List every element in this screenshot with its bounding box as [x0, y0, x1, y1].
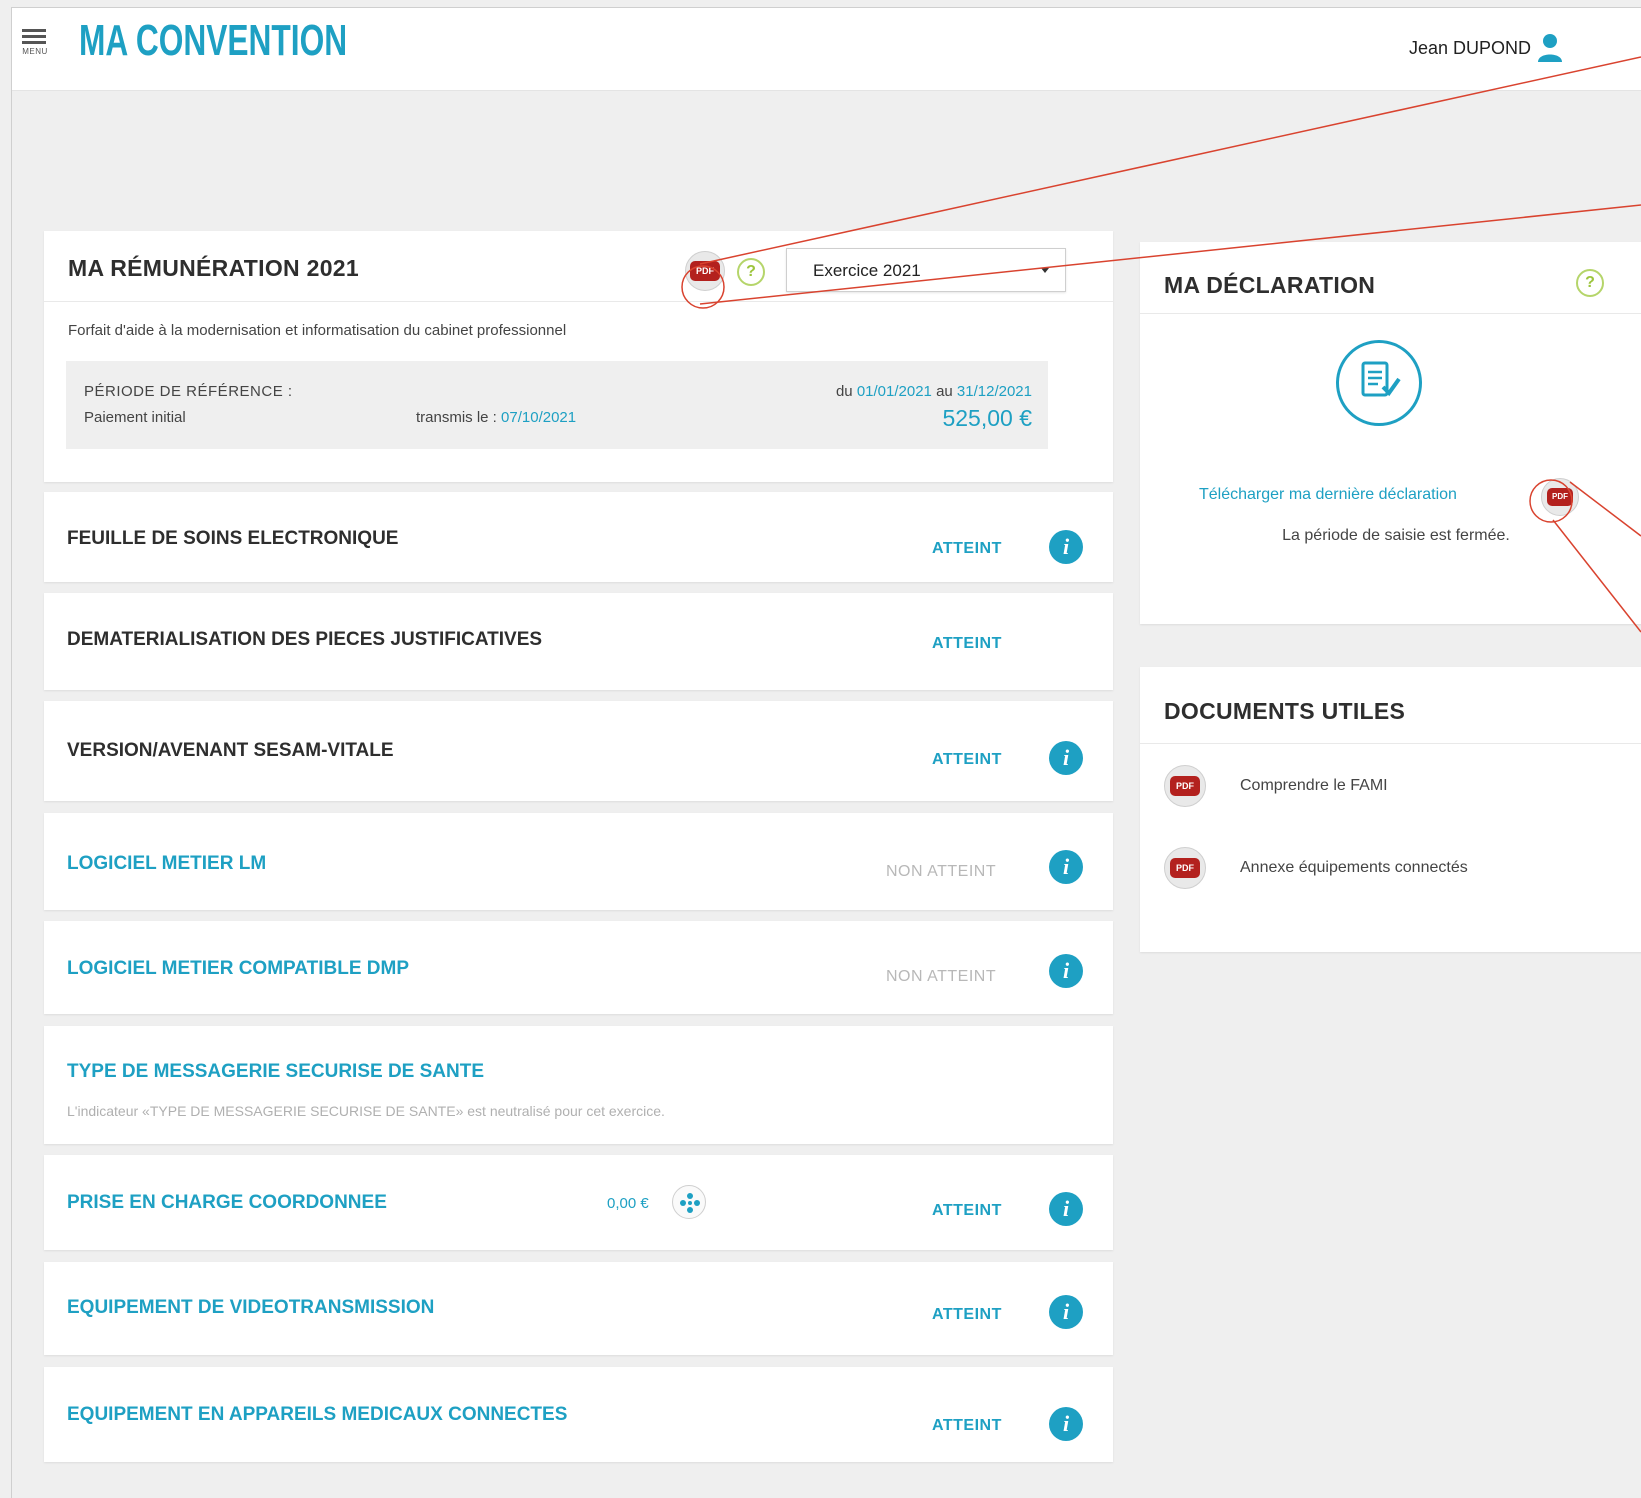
reference-period-box: PÉRIODE DE RÉFÉRENCE : du 01/01/2021 au …: [66, 361, 1048, 449]
indicator-note: L'indicateur «TYPE DE MESSAGERIE SECURIS…: [67, 1103, 665, 1119]
help-icon[interactable]: ?: [1576, 269, 1604, 297]
declaration-status: La période de saisie est fermée.: [1282, 527, 1510, 544]
indicator-card: DEMATERIALISATION DES PIECES JUSTIFICATI…: [44, 593, 1113, 690]
document-label[interactable]: Comprendre le FAMI: [1240, 777, 1388, 795]
indicator-status: NON ATTEINT: [886, 968, 997, 985]
indicator-label[interactable]: LOGICIEL METIER LM: [67, 853, 266, 875]
indicator-label: DEMATERIALISATION DES PIECES JUSTIFICATI…: [67, 629, 543, 650]
indicator-label[interactable]: LOGICIEL METIER COMPATIBLE DMP: [67, 958, 409, 980]
declaration-title: MA DÉCLARATION: [1164, 272, 1376, 298]
document-label[interactable]: Annexe équipements connectés: [1240, 859, 1468, 877]
app-frame: MENU MA CONVENTION Jean DUPOND MA RÉMUNÉ…: [11, 7, 1641, 1498]
info-icon[interactable]: i: [1049, 954, 1083, 988]
pdf-icon: PDF: [1547, 488, 1573, 506]
period-to: 31/12/2021: [956, 383, 1032, 400]
remuneration-description: Forfait d'aide à la modernisation et inf…: [68, 322, 567, 339]
remuneration-pdf-button[interactable]: PDF: [685, 251, 725, 291]
document-check-icon: [1361, 361, 1401, 397]
info-icon[interactable]: i: [1049, 1407, 1083, 1441]
transmitted-info: transmis le : 07/10/2021: [416, 409, 576, 426]
top-header: MENU MA CONVENTION Jean DUPOND: [12, 8, 1641, 91]
indicator-card: LOGICIEL METIER LM NON ATTEINT i: [44, 813, 1113, 910]
declaration-card: MA DÉCLARATION ? Télécharger ma dernière…: [1140, 242, 1641, 624]
indicator-status: ATTEINT: [932, 635, 1002, 652]
indicator-label: VERSION/AVENANT SESAM-VITALE: [67, 740, 394, 761]
hamburger-icon-bar: [22, 35, 46, 38]
info-icon[interactable]: i: [1049, 741, 1083, 775]
indicator-card: VERSION/AVENANT SESAM-VITALE ATTEINT i: [44, 701, 1113, 801]
exercise-select[interactable]: Exercice 2021: [786, 248, 1066, 292]
indicator-label[interactable]: EQUIPEMENT DE VIDEOTRANSMISSION: [67, 1297, 434, 1319]
indicator-status: NON ATTEINT: [886, 863, 997, 880]
declaration-document-icon: [1336, 340, 1422, 426]
menu-button[interactable]: MENU: [18, 26, 52, 70]
download-declaration-link[interactable]: Télécharger ma dernière déclaration: [1199, 486, 1457, 504]
indicator-card: EQUIPEMENT DE VIDEOTRANSMISSION ATTEINT …: [44, 1262, 1113, 1355]
indicator-card: LOGICIEL METIER COMPATIBLE DMP NON ATTEI…: [44, 921, 1113, 1014]
indicator-label[interactable]: PRISE EN CHARGE COORDONNEE: [67, 1192, 387, 1214]
documents-header: DOCUMENTS UTILES: [1140, 667, 1641, 744]
info-icon[interactable]: i: [1049, 850, 1083, 884]
menu-label: MENU: [22, 47, 48, 56]
indicator-status: ATTEINT: [932, 1417, 1002, 1434]
user-icon[interactable]: [1537, 32, 1563, 62]
declaration-header: MA DÉCLARATION ?: [1140, 242, 1641, 314]
pdf-icon: PDF: [1170, 858, 1200, 878]
period-from: 01/01/2021: [856, 383, 932, 400]
coordination-icon[interactable]: [672, 1185, 706, 1219]
declaration-pdf-button[interactable]: PDF: [1541, 478, 1579, 516]
indicator-status: ATTEINT: [932, 1202, 1002, 1219]
info-icon[interactable]: i: [1049, 530, 1083, 564]
indicator-status: ATTEINT: [932, 540, 1002, 557]
indicator-card: FEUILLE DE SOINS ELECTRONIQUE ATTEINT i: [44, 492, 1113, 582]
help-icon[interactable]: ?: [737, 258, 765, 286]
info-icon[interactable]: i: [1049, 1192, 1083, 1226]
period-from-prefix: du: [835, 383, 853, 400]
people-icon: [680, 1193, 700, 1213]
indicator-card: EQUIPEMENT EN APPAREILS MEDICAUX CONNECT…: [44, 1367, 1113, 1462]
caret-down-icon: [1041, 268, 1049, 273]
remuneration-card: MA RÉMUNÉRATION 2021 PDF ? Exercice 2021…: [44, 231, 1113, 482]
pdf-icon: PDF: [1170, 776, 1200, 796]
period-to-prefix: au: [936, 383, 953, 400]
indicator-card: PRISE EN CHARGE COORDONNEE 0,00 € ATTEIN…: [44, 1155, 1113, 1250]
documents-card: DOCUMENTS UTILES PDF Comprendre le FAMI …: [1140, 667, 1641, 952]
document-pdf-button[interactable]: PDF: [1164, 765, 1206, 807]
hamburger-icon: [22, 29, 46, 32]
period-label: PÉRIODE DE RÉFÉRENCE :: [84, 383, 293, 400]
payment-amount: 525,00 €: [942, 405, 1032, 431]
remuneration-header: MA RÉMUNÉRATION 2021 PDF ? Exercice 2021: [44, 231, 1113, 302]
indicator-label[interactable]: EQUIPEMENT EN APPAREILS MEDICAUX CONNECT…: [67, 1404, 567, 1426]
transmitted-date: 07/10/2021: [501, 409, 577, 426]
user-name[interactable]: Jean DUPOND: [1409, 38, 1531, 59]
exercise-select-value: Exercice 2021: [813, 261, 921, 280]
info-icon[interactable]: i: [1049, 1295, 1083, 1329]
period-range: du 01/01/2021 au 31/12/2021: [836, 383, 1032, 400]
payment-label: Paiement initial: [84, 409, 186, 426]
remuneration-title: MA RÉMUNÉRATION 2021: [68, 255, 359, 281]
indicator-status: ATTEINT: [932, 751, 1002, 768]
indicator-label[interactable]: TYPE DE MESSAGERIE SECURISE DE SANTE: [67, 1061, 484, 1083]
indicator-card: TYPE DE MESSAGERIE SECURISE DE SANTE L'i…: [44, 1026, 1113, 1144]
documents-title: DOCUMENTS UTILES: [1164, 698, 1406, 724]
app-title: MA CONVENTION: [79, 16, 348, 65]
indicator-amount: 0,00 €: [607, 1195, 649, 1212]
transmitted-prefix: transmis le :: [416, 409, 497, 426]
hamburger-icon-bar: [22, 41, 46, 44]
pdf-icon: PDF: [690, 261, 720, 281]
indicator-label: FEUILLE DE SOINS ELECTRONIQUE: [67, 528, 399, 549]
indicator-status: ATTEINT: [932, 1306, 1002, 1323]
document-pdf-button[interactable]: PDF: [1164, 847, 1206, 889]
